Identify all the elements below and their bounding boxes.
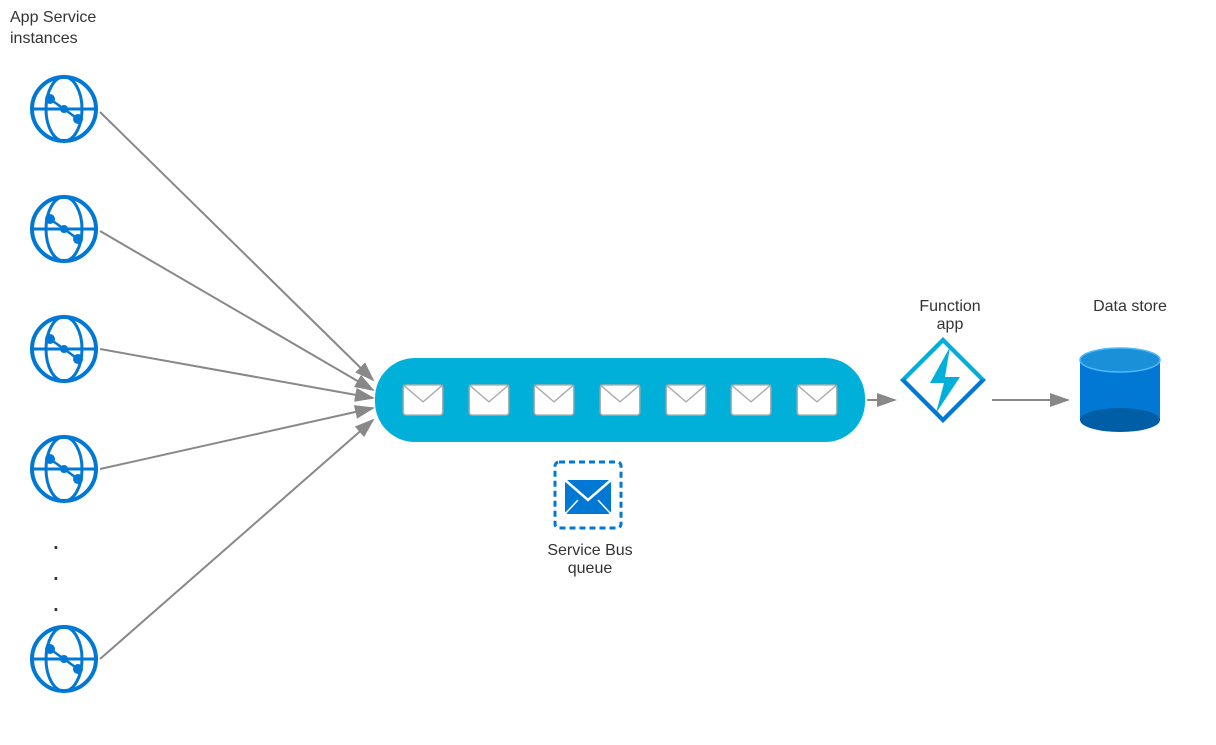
function-app-icon xyxy=(898,335,988,425)
service-bus-icon xyxy=(553,460,623,530)
app-service-instance-2 xyxy=(30,195,98,263)
envelope-icon-1 xyxy=(401,384,445,416)
architecture-diagram: App Service instances xyxy=(0,0,1216,745)
service-bus-label: Service Bus queue xyxy=(525,542,655,578)
data-store-icon xyxy=(1070,335,1170,435)
envelope-icon-4 xyxy=(598,384,642,416)
envelope-icon-7 xyxy=(795,384,839,416)
app-service-instance-5 xyxy=(30,625,98,693)
app-service-instance-4 xyxy=(30,435,98,503)
data-store-label: Data store xyxy=(1075,298,1185,316)
ellipsis-dots: ... xyxy=(52,525,62,617)
envelope-icon-2 xyxy=(467,384,511,416)
envelope-icon-6 xyxy=(729,384,773,416)
function-app-label: Function app xyxy=(900,298,1000,334)
envelope-icon-5 xyxy=(664,384,708,416)
app-service-instance-1 xyxy=(30,75,98,143)
app-service-label: App Service instances xyxy=(10,8,96,50)
app-service-instance-3 xyxy=(30,315,98,383)
envelope-icon-3 xyxy=(532,384,576,416)
service-bus-queue-pill xyxy=(375,358,865,442)
